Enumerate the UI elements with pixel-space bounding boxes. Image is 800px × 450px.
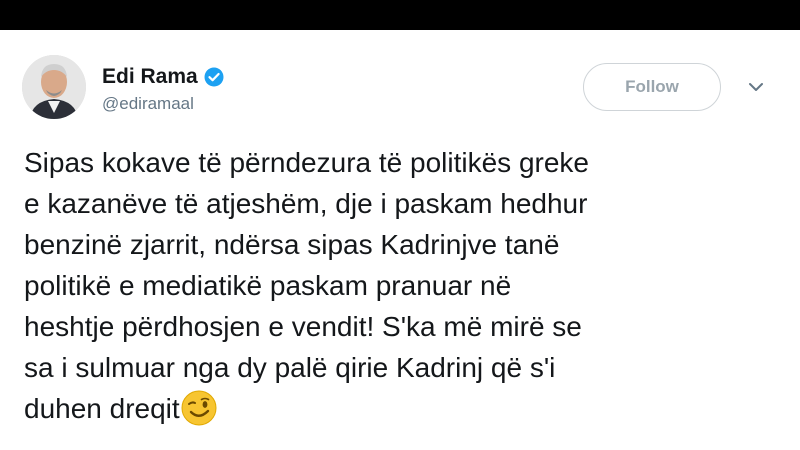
tweet-line: e kazanëve të atjeshëm, dje i paskam hed… [24,188,588,219]
display-name-text: Edi Rama [102,65,198,88]
tweet-line: Sipas kokave të përndezura të politikës … [24,147,589,178]
tweet-line: benzinë zjarrit, ndërsa sipas Kadrinjve … [24,229,560,260]
display-name[interactable]: Edi Rama [102,65,224,89]
tweet-line: heshtje përdhosjen e vendit! S'ka më mir… [24,311,582,342]
screenshot-frame: Edi Rama @ediramaal Follow Sipas kokave … [0,0,800,450]
tweet-line: duhen dreqit [24,393,180,424]
tweet-card: Edi Rama @ediramaal Follow Sipas kokave … [0,30,800,450]
tweet-line: sa i sulmuar nga dy palë qirie Kadrinj q… [24,352,556,383]
tweet-text: Sipas kokave të përndezura të politikës … [24,142,784,429]
chevron-down-icon[interactable] [748,80,764,92]
avatar[interactable] [22,55,86,119]
avatar-portrait-icon [22,55,86,119]
winking-face-icon [180,389,218,427]
user-handle[interactable]: @ediramaal [102,94,194,114]
tweet-line-last: duhen dreqit [24,388,784,429]
verified-badge-icon [204,67,224,87]
tweet-line: politikë e mediatikë paskam pranuar në [24,270,512,301]
follow-button[interactable]: Follow [583,63,721,111]
